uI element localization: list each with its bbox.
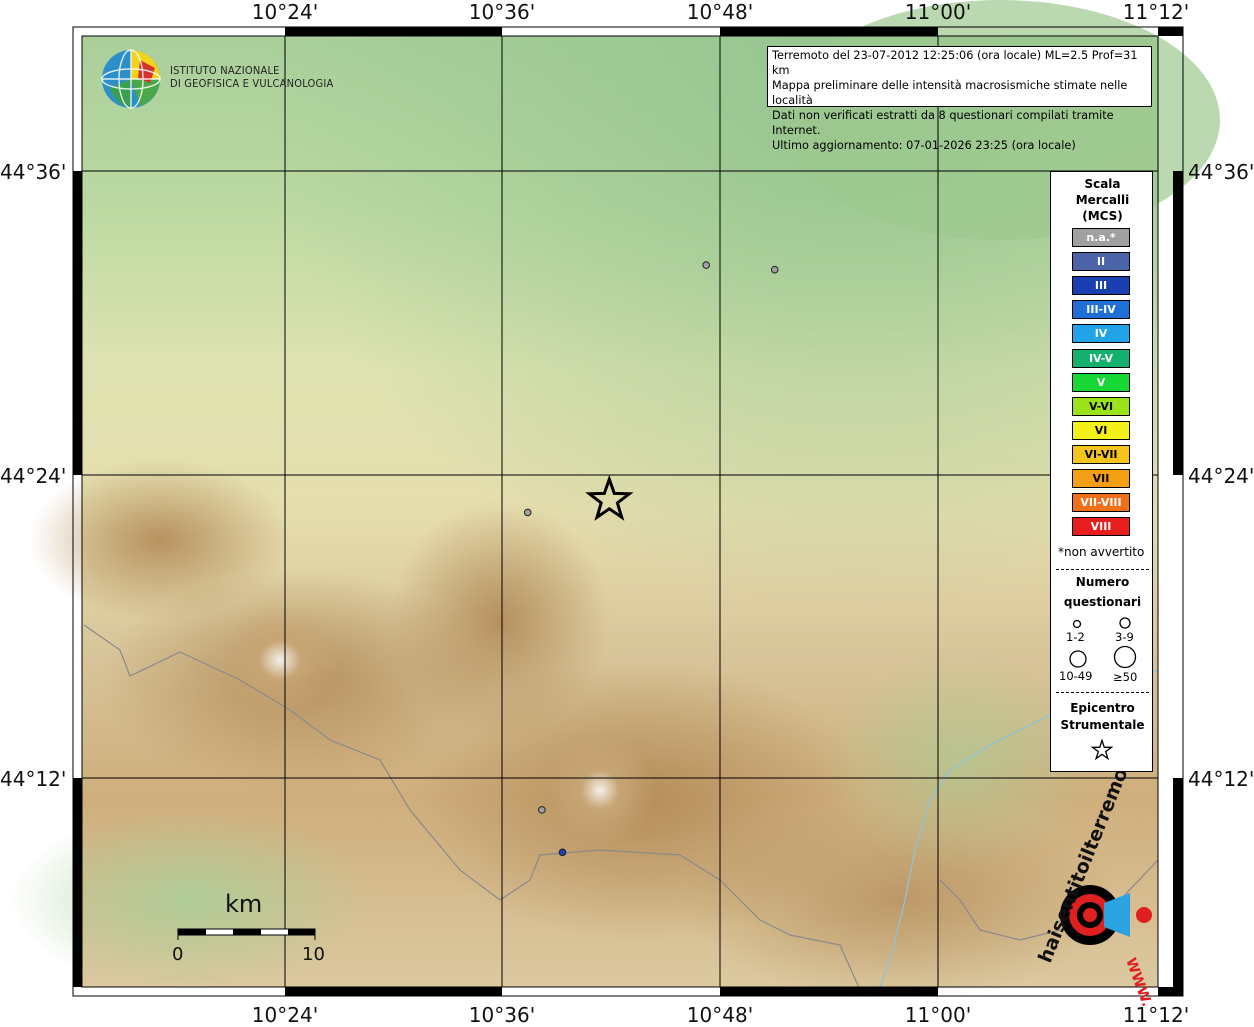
legend-item: VIII — [1072, 517, 1130, 537]
ingv-name: ISTITUTO NAZIONALE DI GEOFISICA E VULCAN… — [170, 64, 333, 90]
ingv-name-line1: ISTITUTO NAZIONALE — [170, 64, 280, 77]
lon-label-top: 11°12' — [1122, 0, 1190, 24]
count-size-label: 3-9 — [1115, 630, 1134, 644]
intensity-point-na — [770, 265, 779, 274]
legend-item: V — [1072, 372, 1130, 392]
intensity-point-iii — [558, 848, 567, 857]
legend-item: IV — [1072, 324, 1130, 344]
lon-label-bottom: 10°24' — [251, 1003, 319, 1027]
legend-divider — [1056, 569, 1149, 570]
lon-label-bottom: 10°36' — [468, 1003, 536, 1027]
ingv-name-line2: DI GEOFISICA E VULCANOLOGIA — [170, 77, 334, 90]
lon-label-top: 10°48' — [686, 0, 754, 24]
legend-item: IV-V — [1072, 348, 1130, 368]
legend-divider — [1056, 692, 1149, 693]
legend-item: VI-VII — [1072, 444, 1130, 464]
epicenter-star-icon — [1091, 739, 1113, 761]
size-symbol-medium — [1119, 617, 1131, 629]
intensity-point-na — [538, 806, 546, 814]
count-title-line: questionari — [1063, 595, 1142, 609]
count-size-label: 10-49 — [1059, 669, 1093, 683]
size-symbol-xlarge — [1113, 645, 1137, 669]
size-symbol-small — [1072, 619, 1082, 629]
lon-label-top: 11°00' — [904, 0, 972, 24]
legend-item: VI — [1072, 420, 1130, 440]
lat-label-left: 44°36' — [0, 160, 67, 184]
lat-label-right: 44°12' — [1188, 767, 1254, 791]
legend-item: n.a.* — [1072, 228, 1130, 247]
legend-title-line: Mercalli — [1075, 193, 1130, 207]
lat-label-right: 44°24' — [1188, 464, 1254, 488]
legend-title-line: (MCS) — [1082, 209, 1123, 223]
legend-item: III — [1072, 276, 1130, 296]
lat-label-right: 44°36' — [1188, 160, 1254, 184]
count-size-label: ≥50 — [1113, 670, 1138, 684]
legend-item: III-IV — [1072, 300, 1130, 320]
size-symbol-large — [1069, 650, 1087, 668]
count-size-label: 1-2 — [1066, 630, 1085, 644]
info-line: Ultimo aggiornamento: 07-01-2026 23:25 (… — [772, 139, 1076, 152]
epicenter-title-line: Epicentro — [1070, 701, 1135, 715]
lat-label-left: 44°12' — [0, 767, 67, 791]
legend-item: VII-VIII — [1072, 493, 1130, 513]
legend-item: VII — [1072, 469, 1130, 488]
lon-label-top: 10°24' — [251, 0, 319, 24]
info-line: Mappa preliminare delle intensità macros… — [772, 79, 1128, 107]
scale-bar-unit: km — [225, 890, 263, 918]
legend-item: II — [1072, 252, 1130, 272]
count-title-line: Numero — [1075, 575, 1130, 589]
intensity-legend: Scala Mercalli (MCS) n.a.* II III III-IV IV I… — [1050, 171, 1153, 772]
lon-label-bottom: 11°00' — [904, 1003, 972, 1027]
legend-item: V-VI — [1072, 396, 1130, 416]
legend-title-line: Scala — [1084, 177, 1121, 191]
lon-label-top: 10°36' — [468, 0, 536, 24]
scale-bar-start: 0 — [172, 944, 184, 965]
lon-label-bottom: 10°48' — [686, 1003, 754, 1027]
earthquake-info-box: Terremoto del 23-07-2012 12:25:06 (ora l… — [767, 46, 1152, 152]
legend-note: *non avvertito — [1058, 545, 1145, 559]
info-line: Dati non verificati estratti da 8 questi… — [772, 109, 1114, 137]
epicenter-title-line: Strumentale — [1060, 718, 1145, 732]
lon-label-bottom: 11°12' — [1122, 1003, 1190, 1027]
intensity-point-na — [702, 261, 710, 269]
ingv-globe-icon — [101, 49, 161, 109]
lat-label-left: 44°24' — [0, 464, 67, 488]
scale-bar-end: 10 — [302, 944, 325, 965]
intensity-point-na — [523, 508, 532, 517]
info-line: Terremoto del 23-07-2012 12:25:06 (ora l… — [772, 49, 1138, 77]
